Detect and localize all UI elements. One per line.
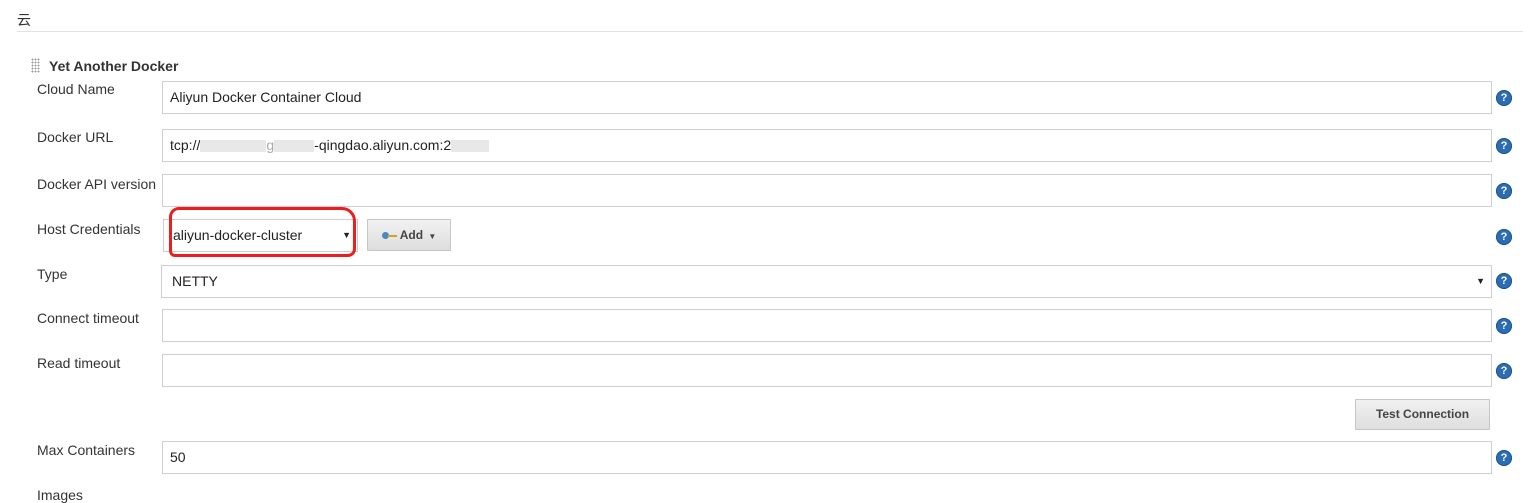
type-label: Type — [37, 266, 68, 282]
docker-api-version-input[interactable] — [162, 174, 1492, 207]
connect-timeout-input[interactable] — [162, 309, 1492, 342]
docker-url-middle: -qingdao.aliyun.com:2 — [314, 137, 452, 153]
cloud-name-input[interactable]: Aliyun Docker Container Cloud — [162, 81, 1492, 114]
images-label: Images — [37, 487, 83, 503]
help-circle-icon[interactable]: ? — [1496, 318, 1512, 334]
type-value: NETTY — [172, 273, 218, 289]
key-icon — [381, 231, 397, 240]
section-header: 云 — [17, 8, 1523, 32]
docker-url-partial: g — [266, 137, 275, 153]
caret-down-icon: ▼ — [1476, 276, 1485, 286]
read-timeout-input[interactable] — [162, 354, 1492, 387]
test-connection-button[interactable]: Test Connection — [1355, 399, 1490, 430]
redacted-patch — [451, 140, 490, 153]
host-credentials-value: aliyun-docker-cluster — [173, 227, 303, 243]
docker-url-label: Docker URL — [37, 129, 114, 145]
add-credentials-button[interactable]: Add ▼ — [367, 219, 451, 251]
max-containers-input[interactable]: 50 — [162, 441, 1492, 474]
cloud-name-label: Cloud Name — [37, 81, 115, 97]
help-circle-icon[interactable]: ? — [1496, 90, 1512, 106]
help-circle-icon[interactable]: ? — [1496, 273, 1512, 289]
drag-handle-icon[interactable] — [31, 58, 40, 73]
help-circle-icon[interactable]: ? — [1496, 183, 1512, 199]
section-title: 云 — [17, 12, 31, 28]
help-circle-icon[interactable]: ? — [1496, 138, 1512, 154]
help-circle-icon[interactable]: ? — [1496, 450, 1512, 466]
help-circle-icon[interactable]: ? — [1496, 363, 1512, 379]
docker-url-input[interactable]: tcp:// g -qingdao.aliyun.com:2 — [162, 129, 1492, 162]
docker-api-version-label: Docker API version — [37, 176, 157, 192]
host-credentials-label: Host Credentials — [37, 221, 141, 237]
connect-timeout-label: Connect timeout — [37, 310, 139, 326]
docker-url-prefix: tcp:// — [170, 137, 201, 153]
caret-down-icon: ▼ — [428, 232, 437, 241]
max-containers-label: Max Containers — [37, 442, 136, 458]
read-timeout-label: Read timeout — [37, 355, 121, 371]
host-credentials-select[interactable]: aliyun-docker-cluster ▼ — [163, 219, 358, 252]
type-select[interactable]: NETTY ▼ — [161, 265, 1492, 298]
help-circle-icon[interactable]: ? — [1496, 229, 1512, 245]
redacted-patch — [274, 140, 315, 153]
cloud-title: Yet Another Docker — [49, 58, 179, 74]
redacted-patch — [200, 140, 267, 153]
caret-down-icon: ▼ — [342, 230, 351, 240]
add-credentials-label: Add — [399, 228, 424, 242]
